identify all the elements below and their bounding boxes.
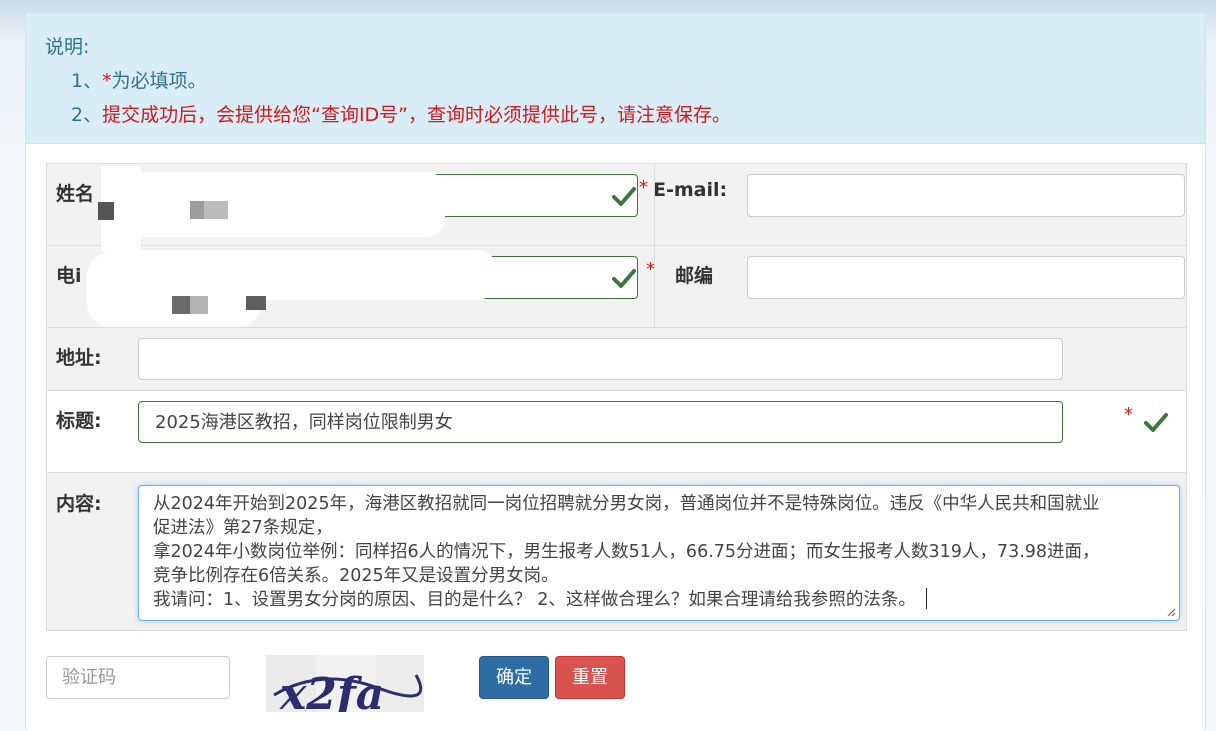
- notice-heading: 说明:: [45, 36, 90, 58]
- notice-item-1-number: 1、: [71, 70, 103, 92]
- notice-item-1-text: 为必填项。: [111, 70, 207, 92]
- confirm-button[interactable]: 确定: [479, 656, 549, 699]
- notice-required-star: *: [102, 70, 112, 92]
- captcha-graphic: x2fa: [266, 655, 424, 712]
- captcha-image[interactable]: x2fa: [266, 655, 424, 712]
- name-required-star: *: [639, 177, 648, 198]
- notice-box: 说明: 1、*为必填项。 2、提交成功后，会提供给您“查询ID号”，查询时必须提…: [26, 13, 1205, 144]
- title-required-star: *: [1124, 404, 1133, 425]
- content-line-with-caret: 我请问：1、设置男女分岗的原因、目的是什么？ 2、这样做合理么？如果合理请给我参…: [153, 588, 1165, 612]
- email-label: E-mail:: [653, 179, 728, 201]
- phone-label: 电i: [56, 265, 82, 287]
- message-form: 姓名 * E-mail: 电i * 邮编 地址: 标题: 2025海港区教招，同…: [46, 163, 1187, 631]
- content-line: 促进法》第27条规定，: [153, 518, 333, 538]
- complaint-panel: 说明: 1、*为必填项。 2、提交成功后，会提供给您“查询ID号”，查询时必须提…: [25, 12, 1206, 731]
- email-input[interactable]: [747, 174, 1185, 217]
- privacy-mask: [125, 172, 445, 237]
- mosaic-block: [204, 201, 228, 219]
- form-row-content: 内容: 从2024年开始到2025年，海港区教招就同一岗位招聘就分男女岗，普通岗…: [47, 473, 1186, 632]
- reset-button[interactable]: 重置: [555, 656, 625, 699]
- title-valid-check-icon: [1144, 413, 1168, 432]
- zip-label: 邮编: [675, 265, 714, 287]
- zip-input[interactable]: [747, 256, 1185, 299]
- notice-item-2-number: 2、: [71, 104, 103, 126]
- content-line: 我请问：1、设置男女分岗的原因、目的是什么？ 2、这样做合理么？如果合理请给我参…: [153, 590, 916, 610]
- content-line: 拿2024年小数岗位举例：同样招6人的情况下，男生报考人数51人，66.75分进…: [153, 542, 1100, 562]
- phone-valid-check-icon: [612, 269, 636, 288]
- mosaic-block: [246, 296, 266, 310]
- content-textarea[interactable]: 从2024年开始到2025年，海港区教招就同一岗位招聘就分男女岗，普通岗位并不是…: [138, 485, 1180, 621]
- text-caret: [925, 588, 927, 609]
- notice-item-2-text: 提交成功后，会提供给您“查询ID号”，查询时必须提供此号，请注意保存。: [102, 104, 732, 126]
- title-label: 标题:: [56, 410, 102, 432]
- content-line: 竞争比例存在6倍关系。2025年又是设置分男女岗。: [153, 566, 559, 586]
- title-input[interactable]: 2025海港区教招，同样岗位限制男女: [138, 401, 1063, 443]
- mosaic-block: [190, 201, 204, 219]
- address-label: 地址:: [56, 347, 102, 369]
- notice-item-1: 1、*为必填项。: [71, 66, 207, 93]
- address-input[interactable]: [138, 338, 1063, 380]
- content-line: 从2024年开始到2025年，海港区教招就同一岗位招聘就分男女岗，普通岗位并不是…: [153, 494, 1100, 514]
- name-valid-check-icon: [612, 187, 636, 206]
- captcha-input[interactable]: 验证码: [46, 656, 230, 699]
- privacy-mask: [87, 252, 262, 327]
- form-row-title: 标题: 2025海港区教招，同样岗位限制男女 *: [47, 391, 1186, 473]
- form-row-address: 地址:: [47, 328, 1186, 391]
- column-divider: [654, 164, 655, 328]
- resize-grip-icon[interactable]: [1167, 608, 1176, 617]
- content-label: 内容:: [56, 493, 102, 515]
- captcha-text: x2fa: [279, 669, 384, 712]
- mosaic-block: [190, 296, 208, 314]
- notice-item-2: 2、提交成功后，会提供给您“查询ID号”，查询时必须提供此号，请注意保存。: [71, 100, 731, 127]
- mosaic-block: [98, 202, 114, 220]
- name-label: 姓名: [56, 183, 95, 205]
- mosaic-block: [172, 296, 190, 314]
